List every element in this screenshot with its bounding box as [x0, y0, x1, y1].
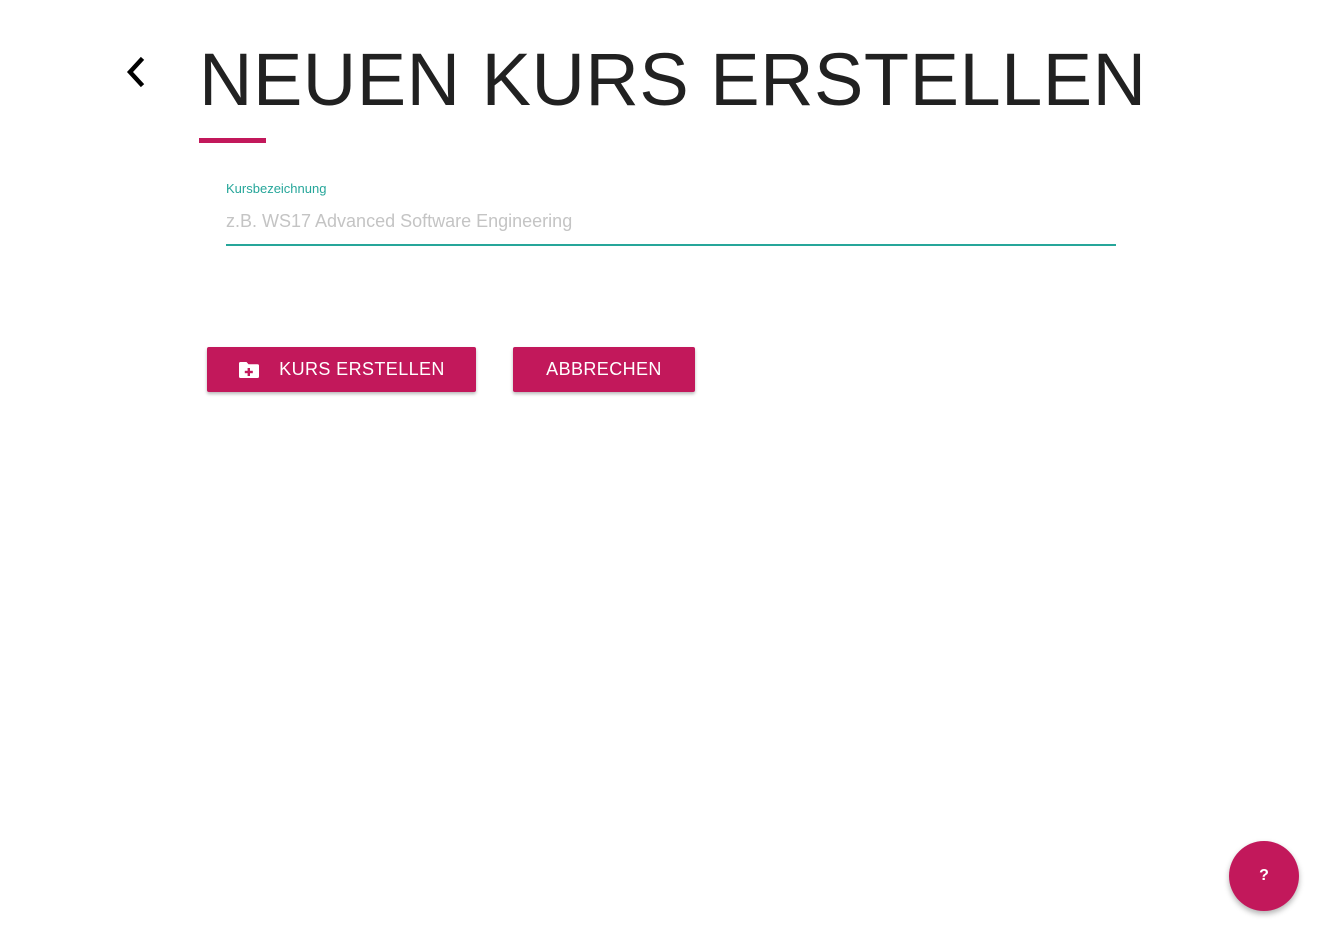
help-button[interactable]: ?: [1229, 841, 1299, 911]
back-button[interactable]: [112, 48, 160, 96]
cancel-button[interactable]: ABBRECHEN: [513, 347, 695, 392]
cancel-label: ABBRECHEN: [546, 359, 662, 379]
page-title: NEUEN KURS ERSTELLEN: [199, 38, 1147, 121]
folder-add-icon: [238, 361, 260, 379]
create-course-label: KURS ERSTELLEN: [279, 359, 445, 379]
course-name-field: Kursbezeichnung: [226, 180, 1116, 246]
course-name-label: Kursbezeichnung: [226, 181, 327, 196]
create-course-button[interactable]: KURS ERSTELLEN: [207, 347, 476, 392]
title-underline: [199, 138, 266, 143]
course-name-input[interactable]: [226, 211, 1116, 246]
chevron-left-icon: [126, 56, 145, 88]
help-label: ?: [1259, 867, 1269, 884]
create-course-page: NEUEN KURS ERSTELLEN Kursbezeichnung KUR…: [0, 0, 1342, 945]
